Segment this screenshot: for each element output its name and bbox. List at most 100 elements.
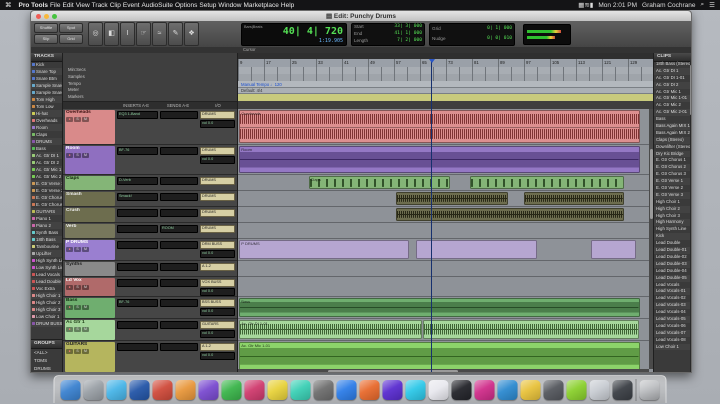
dock-icon[interactable] (382, 379, 403, 400)
clip-list-item[interactable]: Lead Vocals-05 (654, 315, 690, 323)
track-name-block[interactable]: GUITARS ● S M (65, 342, 115, 372)
record-button[interactable]: ● (66, 348, 73, 354)
audio-clip[interactable]: Claps (308, 176, 450, 189)
send-slot[interactable] (160, 321, 198, 329)
track-list-item[interactable]: High Choir 1 (31, 292, 62, 299)
track-list-item[interactable]: GUITARS (31, 208, 62, 215)
clip-list-item[interactable]: High Choir 2 (654, 205, 690, 213)
menu-user[interactable]: Graham Cochrane (642, 2, 695, 9)
send-slot[interactable] (160, 279, 198, 287)
track-list-item[interactable]: Bass (31, 145, 62, 152)
send-slot[interactable] (160, 193, 198, 201)
track-list-item[interactable]: E. Gtr Verse 1 (31, 180, 62, 187)
menu-item[interactable]: AudioSuite (141, 2, 174, 9)
track-list-item[interactable]: High Choir 2 (31, 299, 62, 306)
menu-item[interactable]: Options (174, 2, 198, 9)
group-list-item[interactable]: DRUMS (31, 365, 62, 372)
track-name-block[interactable]: Synths●SM (65, 262, 115, 276)
send-slot[interactable] (160, 241, 198, 249)
send-slot[interactable] (160, 263, 198, 271)
clip-list-item[interactable]: Bass (654, 116, 690, 123)
slip-mode-button[interactable]: Slip (34, 34, 58, 44)
insert-slot[interactable]: BF-76 (117, 299, 158, 307)
volume-readout[interactable]: vol 0.0 (200, 250, 235, 258)
edit-lane[interactable]: Ac. Gtr DI 1-01 (238, 319, 653, 341)
track-name[interactable]: Ld Vox (66, 278, 114, 284)
track-list-item[interactable]: Piano 2 (31, 222, 62, 229)
track-name[interactable]: Synths (66, 262, 114, 268)
end-value[interactable]: 41| 1| 000 (394, 31, 422, 38)
clip-list-item[interactable]: Lead Double-01 (654, 247, 690, 254)
dock-icon[interactable] (313, 379, 334, 400)
dock-icon[interactable] (405, 379, 426, 400)
insert-slot[interactable]: Smack! (117, 193, 158, 201)
tempo-ruler[interactable]: Manual Tempo ♩120 (238, 81, 653, 88)
clip-list-item[interactable]: Claps (Stereo) (654, 136, 690, 144)
track-name[interactable]: Overheads (66, 110, 114, 116)
track-name-block[interactable]: Crush●SM (65, 208, 115, 222)
audio-clip[interactable]: Overheads (239, 110, 640, 143)
io-output-path[interactable]: GUITARS (200, 321, 235, 329)
track-name-block[interactable]: Overheads ● S M (65, 110, 115, 144)
grabber-tool-icon[interactable]: ☞ (136, 22, 151, 46)
track-list-item[interactable]: Ac. Gtr DI 2 (31, 159, 62, 166)
track-name[interactable]: P DRUMS (66, 240, 114, 246)
clip-list-item[interactable]: E. Gtr Chorus 2 (654, 164, 690, 172)
track-list-item[interactable]: Lead Double (31, 278, 62, 285)
dock-icon[interactable] (520, 379, 541, 400)
menu-item[interactable]: Edit (61, 2, 74, 9)
clip-list-item[interactable]: Bass Again MIX 1 (654, 123, 690, 130)
audio-clip[interactable] (423, 320, 639, 339)
track-list-item[interactable]: Snare Top (31, 68, 62, 75)
insert-slot[interactable]: BF-76 (117, 147, 158, 155)
mute-button[interactable]: M (82, 152, 89, 158)
dock-icon[interactable] (497, 379, 518, 400)
track-name-block[interactable]: Ac Gtr 1 ● S M (65, 320, 115, 340)
record-button[interactable]: ● (66, 284, 73, 290)
grid-label[interactable]: Grid (432, 24, 441, 34)
track-name[interactable]: Crush (66, 208, 114, 214)
audio-clip[interactable]: Ac. Gtr Mic 1-01 (239, 342, 640, 371)
dock-icon[interactable] (566, 379, 587, 400)
edit-lane[interactable] (238, 261, 653, 277)
track-list-item[interactable]: Piano 1 (31, 215, 62, 222)
track-list-item[interactable]: Ac. Gtr Mic 2 (31, 173, 62, 180)
clip-list-item[interactable]: Ac. Gtr DI 2 (654, 81, 690, 89)
audio-clip[interactable]: Bass (239, 298, 640, 317)
clip-list-item[interactable]: Lead Double-04 (654, 268, 690, 275)
io-output-path[interactable]: DRUMS (200, 225, 235, 233)
volume-readout[interactable]: vol 0.0 (200, 330, 235, 338)
menu-item[interactable]: File (49, 2, 61, 9)
track-name[interactable]: Room (66, 146, 114, 152)
smart-tool-icon[interactable]: ❖ (184, 22, 199, 46)
apple-menu-icon[interactable]: ⌘ (5, 1, 12, 9)
dock-icon[interactable] (129, 379, 150, 400)
audio-clip[interactable] (590, 240, 637, 259)
track-name-block[interactable]: Smash●SM (65, 192, 115, 206)
clip-list-item[interactable]: E. Gtr Verse 1 (654, 178, 690, 186)
send-slot[interactable]: ROOM (160, 225, 198, 233)
audio-clip[interactable]: Ac. Gtr DI 1-01 (239, 320, 422, 339)
counter-format-label[interactable]: Bars|Beats (244, 25, 263, 29)
clip-list-item[interactable]: Downlifter (Stereo) (654, 144, 690, 151)
volume-readout[interactable]: vol 0.0 (200, 288, 235, 296)
dock-icon[interactable] (359, 379, 380, 400)
menu-item[interactable]: Setup (198, 2, 217, 9)
track-list-item[interactable]: Snare Btm (31, 75, 62, 82)
audio-clip[interactable] (416, 240, 537, 259)
track-list-item[interactable]: Lead Vocals (31, 271, 62, 278)
io-output-path[interactable]: DRM BUSS (200, 241, 235, 249)
trim-tool-icon[interactable]: ◧ (104, 22, 119, 46)
clip-list-item[interactable]: Lead Vocals-06 (654, 323, 690, 330)
group-list-item[interactable]: TOMS (31, 357, 62, 365)
track-list-item[interactable]: Sample Snare 2 (31, 82, 62, 89)
track-name[interactable]: Bass (66, 298, 114, 304)
edit-lane[interactable] (238, 223, 653, 239)
sends-column-header[interactable]: SENDS A-E (159, 102, 197, 109)
track-list-item[interactable]: Kick (31, 61, 62, 68)
dock-icon[interactable] (267, 379, 288, 400)
io-output-path[interactable]: DRUMS (200, 193, 235, 201)
clip-list-item[interactable]: High Choir 3 (654, 213, 690, 220)
clip-list-item[interactable]: E. Gtr Verse 2 (654, 185, 690, 192)
dock-icon[interactable] (175, 379, 196, 400)
